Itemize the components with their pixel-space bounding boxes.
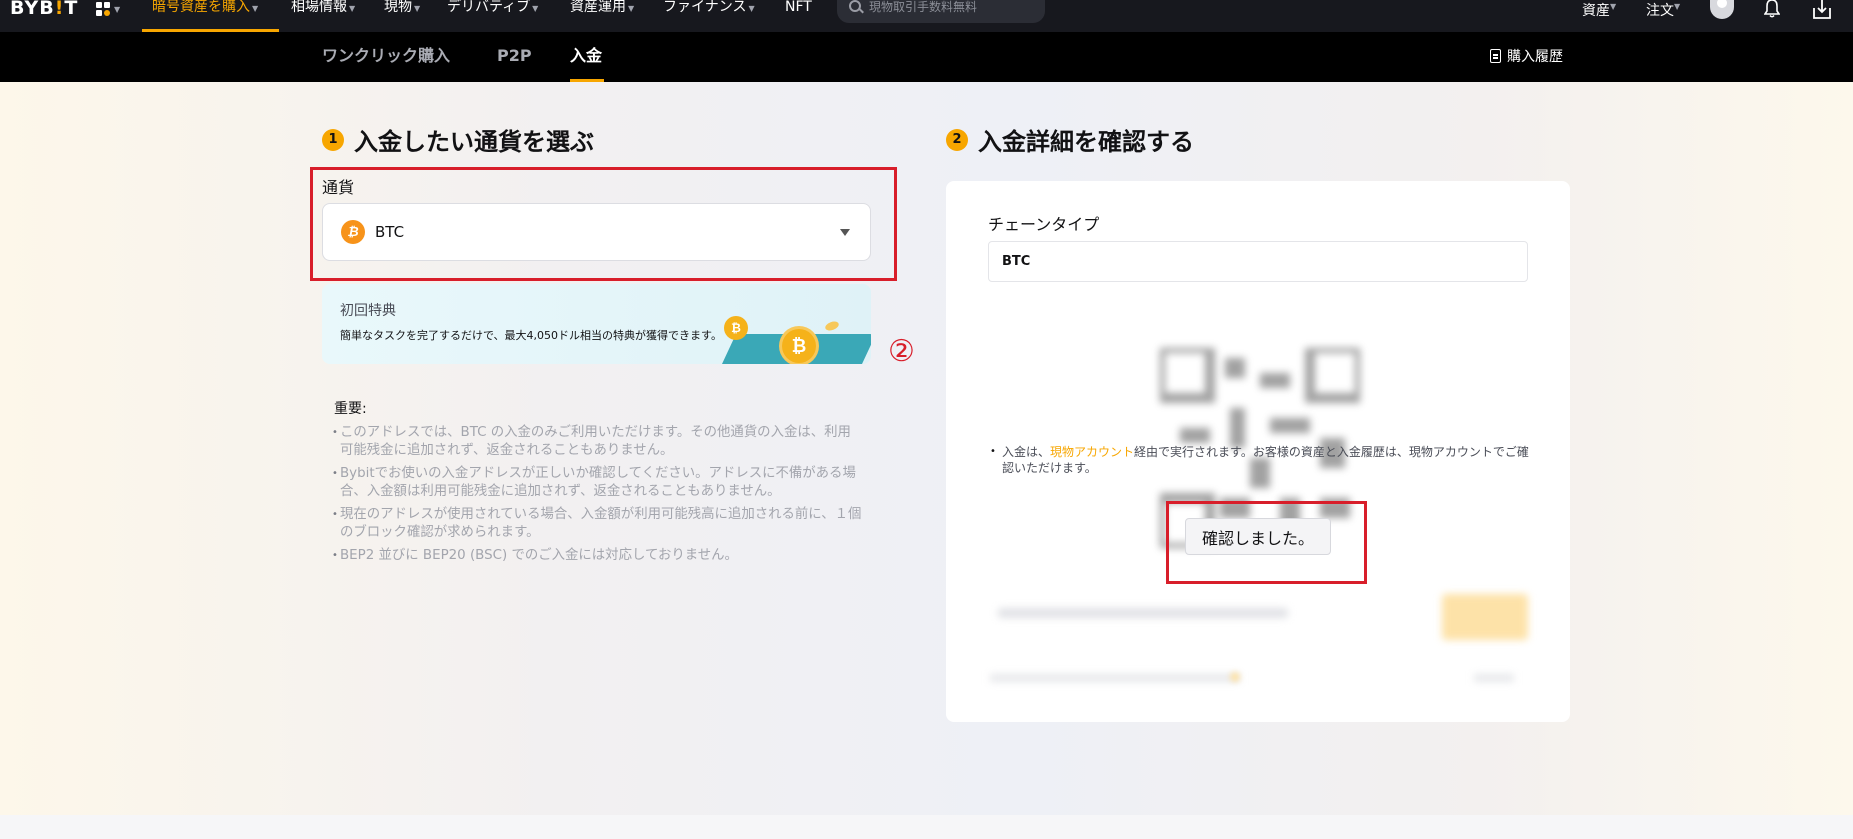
top-navbar: BYB!T ▼ 暗号資産を購入 ▼ 相場情報 ▼ 現物 ▼ デリバティブ ▼ 資産運用 ▼… — [0, 0, 1853, 32]
apps-menu[interactable]: ▼ — [96, 0, 128, 18]
btc-coin-icon: ₿ — [724, 316, 748, 340]
sub-navbar — [0, 32, 1853, 82]
important-heading: 重要: — [334, 401, 367, 417]
step2-title-text: 入金詳細を確認する — [978, 128, 1194, 156]
gold-coin-icon — [824, 319, 840, 333]
purchase-history-link[interactable]: 購入履歴 — [1490, 46, 1563, 66]
orders-menu[interactable]: 注文 ▼ — [1646, 0, 1680, 19]
btc-coin-icon: ₿ — [782, 329, 816, 363]
chain-type-label: チェーンタイプ — [988, 215, 1100, 234]
avatar[interactable] — [1710, 0, 1734, 19]
step2-title: 2 入金詳細を確認する — [946, 122, 1194, 157]
chain-type-field[interactable]: BTC — [988, 241, 1528, 282]
tab-deposit[interactable]: 入金 — [570, 46, 602, 66]
promo-description: 簡単なタスクを完了するだけで、最大4,050ドル相当の特典が獲得できます。 — [340, 329, 722, 342]
search-box[interactable] — [837, 0, 1045, 23]
download-icon[interactable] — [1812, 0, 1832, 20]
blurred-label — [988, 307, 1098, 323]
tab-p2p[interactable]: P2P — [497, 46, 532, 66]
annotation-marker: ② — [888, 334, 915, 369]
bell-icon[interactable] — [1764, 0, 1780, 18]
step1-title: 1 入金したい通貨を選ぶ — [322, 122, 594, 157]
purchase-history-label: 購入履歴 — [1507, 49, 1563, 65]
step1-title-text: 入金したい通貨を選ぶ — [354, 128, 594, 156]
document-icon — [1490, 49, 1501, 63]
list-item: 現在のアドレスが使用されている場合、入金額が利用可能残高に追加される前に、１個の… — [332, 506, 862, 542]
apps-grid-icon — [96, 1, 111, 17]
blurred-row — [990, 674, 1240, 682]
deposit-note-prefix: 入金は、 — [1002, 445, 1051, 459]
nav-item-nft[interactable]: NFT — [785, 0, 812, 18]
blurred-row — [1474, 674, 1514, 682]
list-item: BEP2 並びに BEP20 (BSC) でのご入金には対応しておりません。 — [332, 547, 862, 565]
chevron-down-icon: ▼ — [114, 4, 121, 14]
nav-item-earn[interactable]: 資産運用 ▼ — [570, 0, 634, 18]
main-content — [0, 82, 1853, 815]
nav-item-buy-crypto[interactable]: 暗号資産を購入 ▼ — [152, 0, 258, 18]
nav-item-markets[interactable]: 相場情報 ▼ — [291, 0, 355, 18]
currency-select[interactable]: ₿ BTC — [322, 203, 871, 261]
assets-menu[interactable]: 資産 ▼ — [1582, 0, 1616, 19]
step2-number: 2 — [946, 128, 968, 151]
tab-one-click-buy[interactable]: ワンクリック購入 — [322, 46, 450, 66]
currency-value: BTC — [375, 223, 405, 241]
btc-icon: ₿ — [341, 220, 365, 244]
dropdown-caret-icon — [840, 229, 850, 236]
bybit-logo[interactable]: BYB!T — [10, 0, 78, 20]
nav-item-finance[interactable]: ファイナンス ▼ — [663, 0, 755, 18]
blurred-address — [998, 608, 1288, 618]
promo-title: 初回特典 — [340, 303, 396, 319]
list-item: このアドレスでは、BTC の入金のみご利用いただけます。その他通貨の入金は、利用… — [332, 424, 862, 460]
spot-account-link[interactable]: 現物アカウント — [1050, 445, 1134, 459]
search-input[interactable] — [869, 0, 1029, 14]
step1-number: 1 — [322, 128, 344, 151]
confirm-button[interactable]: 確認しました。 — [1185, 518, 1331, 555]
nav-item-spot[interactable]: 現物 ▼ — [384, 0, 420, 18]
chain-type-value: BTC — [1002, 254, 1031, 269]
first-time-promo-banner[interactable]: 初回特典 ₿ ₿ 簡単なタスクを完了するだけで、最大4,050ドル相当の特典が獲… — [322, 284, 871, 364]
search-icon — [849, 0, 861, 12]
currency-label: 通貨 — [322, 178, 355, 197]
important-notes-list: このアドレスでは、BTC の入金のみご利用いただけます。その他通貨の入金は、利用… — [332, 424, 862, 570]
list-item: Bybitでお使いの入金アドレスが正しいか確認してください。アドレスに不備がある… — [332, 465, 862, 501]
blurred-copy-button — [1442, 594, 1528, 640]
nav-item-derivatives[interactable]: デリバティブ ▼ — [447, 0, 538, 18]
deposit-note: 入金は、現物アカウント経由で実行されます。お客様の資産と入金履歴は、現物アカウン… — [990, 444, 1530, 476]
blurred-dot — [1230, 672, 1240, 682]
